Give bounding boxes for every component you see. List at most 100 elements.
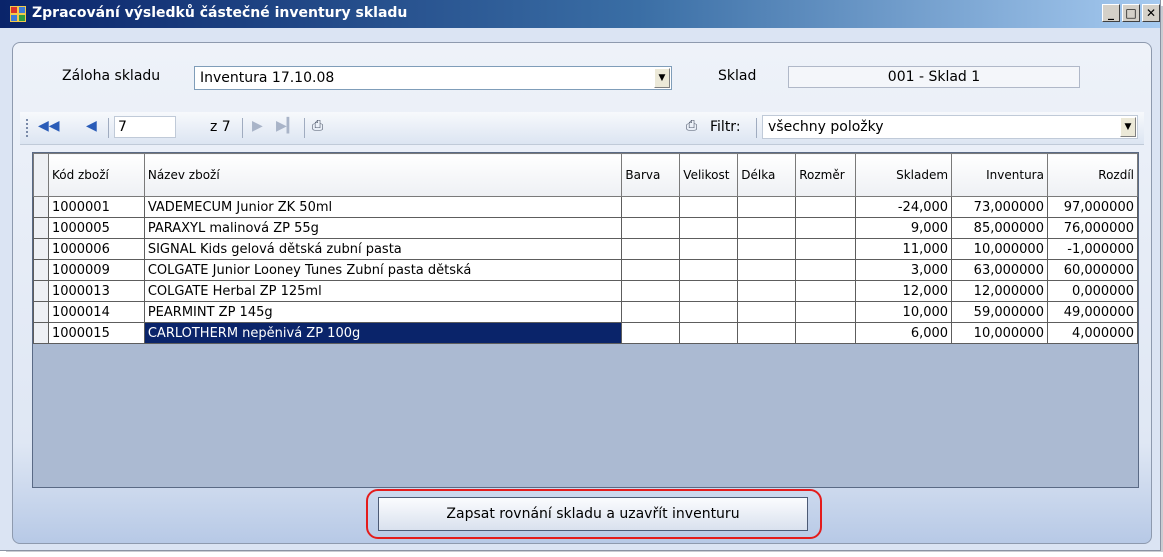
first-record-icon[interactable]: ◀◀ — [38, 118, 60, 134]
cell-nazev[interactable]: CARLOTHERM nepěnivá ZP 100g — [143, 322, 623, 344]
filter-select[interactable]: všechny položky ▼ — [762, 115, 1138, 139]
cell-kod[interactable]: 1000015 — [47, 322, 145, 344]
cell-inventura[interactable]: 73,000000 — [951, 196, 1048, 218]
cell-rozdil[interactable]: 76,000000 — [1046, 217, 1138, 239]
table-row[interactable]: 1000001 VADEMECUM Junior ZK 50ml -24,000… — [33, 196, 1138, 218]
table-row[interactable]: 1000013 COLGATE Herbal ZP 125ml 12,000 1… — [33, 280, 1138, 302]
cell-kod[interactable]: 1000014 — [47, 301, 145, 323]
column-header-skladem[interactable]: Skladem — [855, 153, 953, 197]
column-header-rozdil[interactable]: Rozdíl — [1046, 153, 1138, 197]
chevron-down-icon[interactable]: ▼ — [654, 68, 670, 88]
cell-kod[interactable]: 1000001 — [47, 196, 145, 218]
cell-inventura[interactable]: 12,000000 — [951, 280, 1048, 302]
column-header-kod[interactable]: Kód zboží — [47, 153, 145, 197]
cell-rozdil[interactable]: -1,000000 — [1046, 238, 1138, 260]
cell-barva[interactable] — [621, 280, 681, 302]
cell-delka[interactable] — [737, 280, 797, 302]
row-header[interactable] — [33, 217, 49, 239]
cell-skladem[interactable]: 6,000 — [855, 322, 953, 344]
table-row[interactable]: 1000006 SIGNAL Kids gelová dětská zubní … — [33, 238, 1138, 260]
zaloha-select[interactable]: Inventura 17.10.08 ▼ — [194, 66, 672, 90]
cell-delka[interactable] — [737, 238, 797, 260]
row-header[interactable] — [33, 259, 49, 281]
cell-nazev[interactable]: COLGATE Junior Looney Tunes Zubní pasta … — [143, 259, 623, 281]
cell-rozmer[interactable] — [795, 217, 857, 239]
chevron-down-icon[interactable]: ▼ — [1120, 117, 1136, 137]
cell-delka[interactable] — [737, 301, 797, 323]
cell-barva[interactable] — [621, 322, 681, 344]
cell-velikost[interactable] — [679, 196, 739, 218]
row-header[interactable] — [33, 280, 49, 302]
previous-record-icon[interactable]: ◀ — [86, 118, 97, 134]
record-position-input[interactable]: 7 — [114, 116, 176, 138]
cell-skladem[interactable]: 9,000 — [855, 217, 953, 239]
cell-kod[interactable]: 1000013 — [47, 280, 145, 302]
cell-nazev[interactable]: PARAXYL malinová ZP 55g — [143, 217, 623, 239]
cell-rozmer[interactable] — [795, 301, 857, 323]
cell-barva[interactable] — [621, 259, 681, 281]
cell-nazev[interactable]: SIGNAL Kids gelová dětská zubní pasta — [143, 238, 623, 260]
cell-delka[interactable] — [737, 322, 797, 344]
table-row[interactable]: 1000014 PEARMINT ZP 145g 10,000 59,00000… — [33, 301, 1138, 323]
cell-rozdil[interactable]: 60,000000 — [1046, 259, 1138, 281]
cell-velikost[interactable] — [679, 238, 739, 260]
cell-inventura[interactable]: 59,000000 — [951, 301, 1048, 323]
cell-rozdil[interactable]: 49,000000 — [1046, 301, 1138, 323]
cell-rozmer[interactable] — [795, 196, 857, 218]
column-header-barva[interactable]: Barva — [621, 153, 681, 197]
cell-rozdil[interactable]: 0,000000 — [1046, 280, 1138, 302]
cell-delka[interactable] — [737, 196, 797, 218]
title-bar[interactable]: Zpracování výsledků částečné inventury s… — [0, 0, 1160, 28]
cell-barva[interactable] — [621, 238, 681, 260]
column-header-nazev[interactable]: Název zboží — [143, 153, 623, 197]
cell-inventura[interactable]: 10,000000 — [951, 238, 1048, 260]
cell-barva[interactable] — [621, 301, 681, 323]
cell-nazev[interactable]: COLGATE Herbal ZP 125ml — [143, 280, 623, 302]
cell-nazev[interactable]: VADEMECUM Junior ZK 50ml — [143, 196, 623, 218]
column-header-delka[interactable]: Délka — [737, 153, 797, 197]
cell-velikost[interactable] — [679, 280, 739, 302]
cell-velikost[interactable] — [679, 259, 739, 281]
cell-barva[interactable] — [621, 196, 681, 218]
cell-barva[interactable] — [621, 217, 681, 239]
row-header[interactable] — [33, 238, 49, 260]
cell-kod[interactable]: 1000006 — [47, 238, 145, 260]
cell-skladem[interactable]: -24,000 — [855, 196, 953, 218]
cell-rozdil[interactable]: 4,000000 — [1046, 322, 1138, 344]
cell-rozmer[interactable] — [795, 280, 857, 302]
column-header-rozmer[interactable]: Rozměr — [795, 153, 857, 197]
cell-velikost[interactable] — [679, 217, 739, 239]
table-row[interactable]: 1000009 COLGATE Junior Looney Tunes Zubn… — [33, 259, 1138, 281]
toolbar-grip[interactable] — [26, 119, 28, 137]
cell-skladem[interactable]: 3,000 — [855, 259, 953, 281]
cell-nazev[interactable]: PEARMINT ZP 145g — [143, 301, 623, 323]
column-header-velikost[interactable]: Velikost — [679, 153, 739, 197]
cell-rozmer[interactable] — [795, 259, 857, 281]
cell-skladem[interactable]: 12,000 — [855, 280, 953, 302]
commit-inventory-button[interactable]: Zapsat rovnání skladu a uzavřít inventur… — [378, 497, 808, 531]
cell-skladem[interactable]: 11,000 — [855, 238, 953, 260]
cell-kod[interactable]: 1000005 — [47, 217, 145, 239]
table-row-selected[interactable]: 1000015 CARLOTHERM nepěnivá ZP 100g 6,00… — [33, 322, 1138, 344]
cell-delka[interactable] — [737, 217, 797, 239]
cell-rozdil[interactable]: 97,000000 — [1046, 196, 1138, 218]
cell-rozmer[interactable] — [795, 238, 857, 260]
print-filter-icon[interactable]: ⎙ — [686, 118, 697, 134]
cell-inventura[interactable]: 10,000000 — [951, 322, 1048, 344]
row-header[interactable] — [33, 301, 49, 323]
close-button[interactable]: ✕ — [1142, 4, 1160, 22]
next-record-icon[interactable]: ▶ — [252, 118, 263, 134]
print-icon[interactable]: ⎙ — [312, 118, 323, 134]
last-record-icon[interactable]: ▶▎ — [276, 118, 298, 134]
cell-skladem[interactable]: 10,000 — [855, 301, 953, 323]
maximize-button[interactable]: □ — [1122, 4, 1140, 22]
cell-kod[interactable]: 1000009 — [47, 259, 145, 281]
minimize-button[interactable]: _ — [1102, 4, 1120, 22]
column-header-inventura[interactable]: Inventura — [951, 153, 1048, 197]
cell-velikost[interactable] — [679, 301, 739, 323]
row-header[interactable] — [33, 196, 49, 218]
table-row[interactable]: 1000005 PARAXYL malinová ZP 55g 9,000 85… — [33, 217, 1138, 239]
cell-inventura[interactable]: 85,000000 — [951, 217, 1048, 239]
cell-velikost[interactable] — [679, 322, 739, 344]
cell-delka[interactable] — [737, 259, 797, 281]
